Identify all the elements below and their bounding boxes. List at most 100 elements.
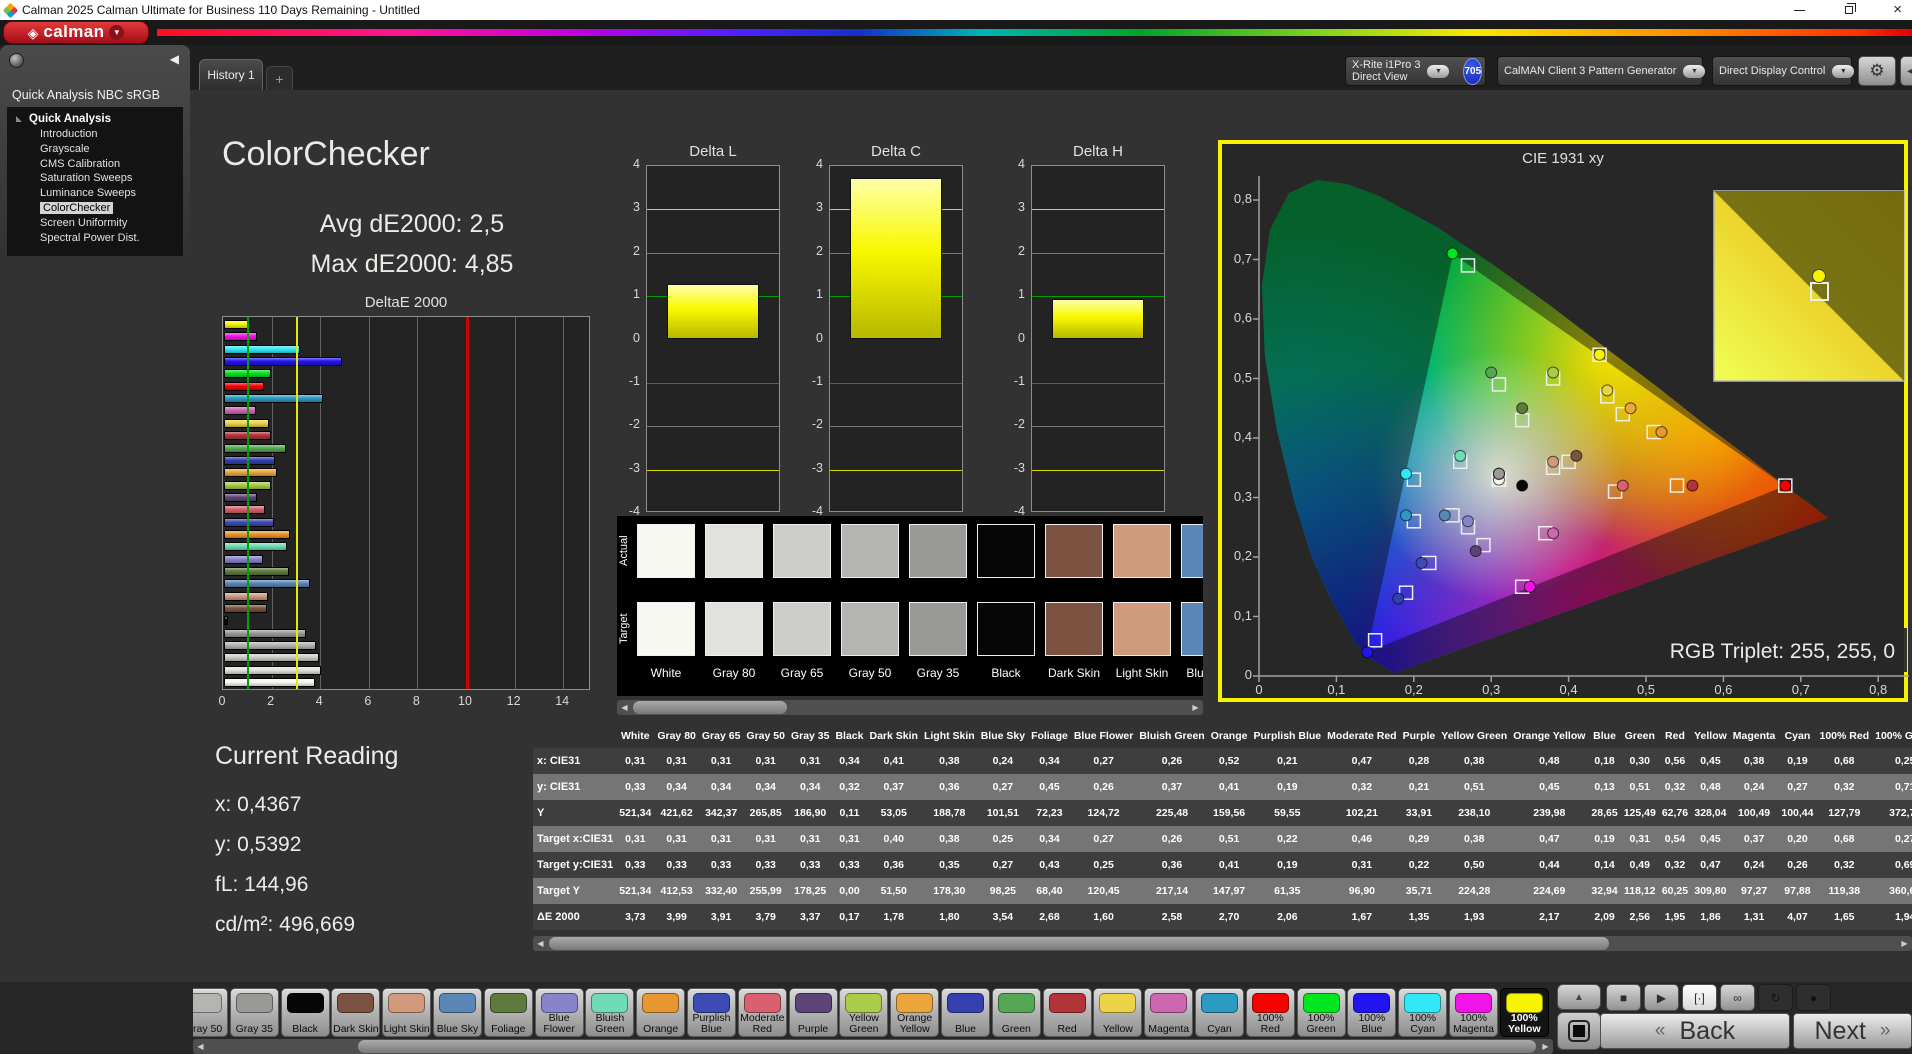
scrollbar-thumb[interactable] <box>358 1040 1536 1053</box>
sidebar-orb-button[interactable] <box>9 53 24 68</box>
table-cell: 0,34 <box>654 774 699 800</box>
table-cell: 265,85 <box>743 800 788 826</box>
tab-history-1[interactable]: History 1 <box>199 59 263 90</box>
window-pattern-button[interactable] <box>1557 1012 1601 1050</box>
table-row--e-2000: ΔE 2000 3,73 3,99 3,91 3,79 3,37 0,17 1,78 1,80 3… <box>533 904 1912 930</box>
gamut-zoom-inset <box>1713 190 1905 382</box>
pattern-button-blue-sky[interactable]: Blue Sky <box>433 988 482 1037</box>
chevron-down-icon[interactable]: ▼ <box>1683 64 1706 78</box>
scroll-right-icon[interactable]: ▶ <box>1188 700 1203 715</box>
sidebar-item-screen-uniformity[interactable]: Screen Uniformity <box>13 216 183 231</box>
pattern-button-dark-skin[interactable]: Dark Skin <box>331 988 381 1037</box>
swatch-panel-scrollbar[interactable]: ◀ ▶ <box>617 700 1203 715</box>
back-button[interactable]: « Back <box>1600 1013 1790 1049</box>
refresh-icon[interactable]: ↻ <box>1758 984 1793 1011</box>
pattern-icon[interactable]: [·] <box>1682 984 1717 1011</box>
x-tick-label: 12 <box>506 694 521 708</box>
y-tick-label: 2 <box>816 243 823 258</box>
pattern-button-moderate-red[interactable]: Moderate Red <box>737 988 787 1037</box>
scroll-right-icon[interactable]: ▶ <box>1538 1039 1553 1054</box>
pattern-generator-dropdown[interactable]: CalMAN Client 3 Pattern Generator ▼ <box>1497 56 1706 86</box>
x-tick-label: 6 <box>364 694 372 708</box>
pattern-button-bluish-green[interactable]: Bluish Green <box>585 988 635 1037</box>
sidebar-item-introduction[interactable]: Introduction <box>13 127 183 142</box>
next-button[interactable]: Next » <box>1793 1013 1912 1049</box>
scroll-left-icon[interactable]: ◀ <box>533 936 548 951</box>
actual-swatch-dark-skin <box>1045 524 1103 578</box>
pattern-button-100-red[interactable]: 100% Red <box>1245 988 1295 1037</box>
scrollbar-thumb[interactable] <box>549 937 1609 950</box>
table-cell: 0,68 <box>1816 826 1873 852</box>
pattern-button-black[interactable]: Black <box>280 988 330 1037</box>
pattern-button-magenta[interactable]: Magenta <box>1144 988 1194 1037</box>
actual-swatch-light-skin <box>1113 524 1171 578</box>
table-scrollbar[interactable]: ◀ ▶ <box>533 936 1912 951</box>
deltae-bar-100-blue <box>224 357 342 367</box>
add-tab-button[interactable]: + <box>266 66 293 90</box>
y-tick-label: 1 <box>816 287 823 302</box>
y-tick-label: -1 <box>811 373 823 388</box>
meter-badge[interactable]: 705 <box>1463 57 1483 85</box>
scroll-left-icon[interactable]: ◀ <box>617 700 632 715</box>
sidebar-item-luminance-sweeps[interactable]: Luminance Sweeps <box>13 186 183 201</box>
pattern-button-100-magenta[interactable]: 100% Magenta <box>1449 988 1498 1037</box>
sidebar-item-colorchecker[interactable]: ColorChecker <box>13 201 183 216</box>
swatch-row-label-target: Target <box>618 613 630 645</box>
sidebar-collapse-icon[interactable]: ◀ <box>170 52 179 66</box>
pattern-button-blue[interactable]: Blue <box>941 988 990 1037</box>
pattern-button-red[interactable]: Red <box>1042 988 1092 1037</box>
scrollbar-thumb[interactable] <box>633 701 787 714</box>
pattern-button-gray-50[interactable]: Gray 50 <box>193 988 228 1037</box>
close-icon[interactable]: × <box>1893 0 1902 20</box>
sidebar-item-grayscale[interactable]: Grayscale <box>13 142 183 157</box>
strip-expand-button[interactable]: ▲ <box>1557 984 1601 1010</box>
play-icon[interactable]: ▶ <box>1644 984 1679 1011</box>
pattern-strip-scrollbar[interactable]: ◀ ▶ <box>193 1039 1553 1054</box>
deltae-bar-black <box>224 616 229 626</box>
stop-icon[interactable]: ■ <box>1606 984 1641 1011</box>
pattern-button-purple[interactable]: Purple <box>788 988 838 1037</box>
gear-icon[interactable]: ⚙ <box>1858 56 1896 86</box>
chevron-down-icon[interactable]: ▼ <box>1427 64 1450 78</box>
pattern-button-foliage[interactable]: Foliage <box>483 988 533 1037</box>
pattern-button-green[interactable]: Green <box>991 988 1041 1037</box>
pattern-button-100-green[interactable]: 100% Green <box>1296 988 1346 1037</box>
minimize-icon[interactable] <box>1794 9 1806 11</box>
pattern-button-blue-flower[interactable]: Blue Flower <box>534 988 584 1037</box>
display-control-dropdown[interactable]: Direct Display Control ▼ <box>1712 56 1855 86</box>
loop-icon[interactable]: ∞ <box>1720 984 1755 1011</box>
sidebar-item-cms-calibration[interactable]: CMS Calibration <box>13 157 183 172</box>
record-icon[interactable]: ● <box>1796 984 1831 1011</box>
target-swatch-blue-sky <box>1181 602 1203 656</box>
calman-menu-button[interactable]: ◈ calman ▼ <box>3 21 149 44</box>
pattern-button-yellow-green[interactable]: Yellow Green <box>839 988 889 1037</box>
sidebar-item-spectral-power-dist-[interactable]: Spectral Power Dist. <box>13 231 183 246</box>
pattern-button-purplish-blue[interactable]: Purplish Blue <box>687 988 736 1037</box>
pattern-button-yellow[interactable]: Yellow <box>1093 988 1143 1037</box>
sidebar: ◀ Quick Analysis NBC sRGB Quick Analysis… <box>0 45 190 258</box>
pattern-button-orange[interactable]: Orange <box>636 988 686 1037</box>
table-cell: 0,34 <box>1028 748 1071 774</box>
pattern-button-100-blue[interactable]: 100% Blue <box>1347 988 1397 1037</box>
measured-marker-green <box>1485 366 1498 379</box>
scroll-right-icon[interactable]: ▶ <box>1897 936 1912 951</box>
pattern-button-100-yellow[interactable]: 100% Yellow <box>1499 988 1549 1037</box>
chevron-down-icon[interactable]: ▼ <box>1832 64 1855 78</box>
pattern-chip <box>286 993 324 1013</box>
sidebar-item-quick-analysis-root[interactable]: Quick Analysis <box>13 112 183 126</box>
pattern-button-cyan[interactable]: Cyan <box>1195 988 1244 1037</box>
table-cell: 0,69 <box>1872 852 1912 878</box>
measurement-table: White Gray 80 Gray 65 Gray 50 Gray 35 Black Da… <box>533 724 1912 932</box>
pattern-button-orange-yellow[interactable]: Orange Yellow <box>890 988 940 1037</box>
next-chevron-icon: » <box>1879 1020 1891 1041</box>
scroll-left-icon[interactable]: ◀ <box>193 1039 208 1054</box>
meter-dropdown[interactable]: X-Rite i1Pro 3 Direct View ▼ 705 <box>1345 56 1486 86</box>
pattern-button-100-cyan[interactable]: 100% Cyan <box>1398 988 1448 1037</box>
sidebar-item-saturation-sweeps[interactable]: Saturation Sweeps <box>13 171 183 186</box>
current-reading-title: Current Reading <box>215 742 399 770</box>
pattern-button-gray-35[interactable]: Gray 35 <box>229 988 279 1037</box>
restore-icon[interactable] <box>1845 3 1857 14</box>
table-cell: 0,45 <box>1028 774 1071 800</box>
panel-collapse-icon[interactable]: ◀ <box>1900 56 1912 86</box>
pattern-button-light-skin[interactable]: Light Skin <box>382 988 432 1037</box>
